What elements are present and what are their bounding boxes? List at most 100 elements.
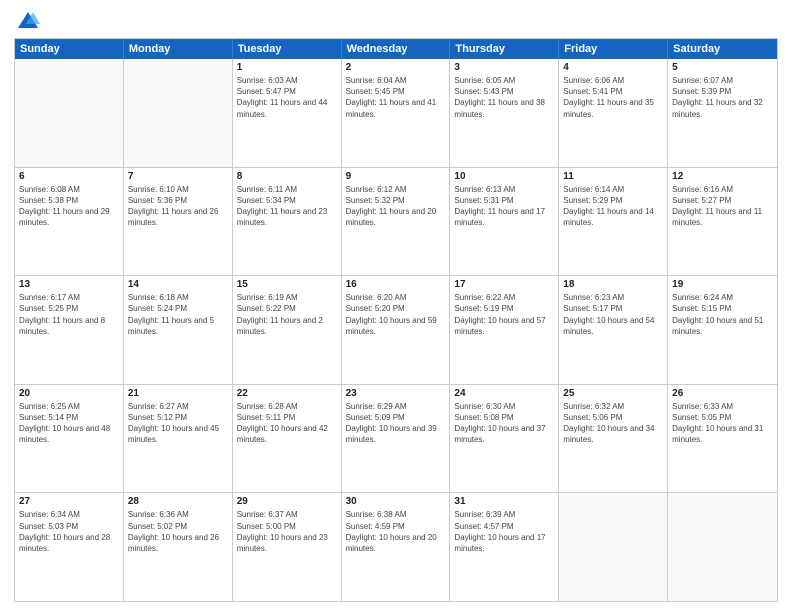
weekday-header-tuesday: Tuesday [233,39,342,59]
cell-info: Sunrise: 6:10 AMSunset: 5:36 PMDaylight:… [128,184,228,229]
calendar-cell: 10 Sunrise: 6:13 AMSunset: 5:31 PMDayligh… [450,168,559,276]
day-number: 26 [672,388,773,399]
cell-info: Sunrise: 6:12 AMSunset: 5:32 PMDaylight:… [346,184,446,229]
day-number: 17 [454,279,554,290]
calendar-cell: 27Sunrise: 6:34 AMSunset: 5:03 PMDayligh… [15,493,124,601]
cell-info: Sunrise: 6:37 AMSunset: 5:00 PMDaylight:… [237,509,337,554]
logo-icon [16,10,40,30]
calendar-cell: 23 Sunrise: 6:29 AMSunset: 5:09 PMDayligh… [342,385,451,493]
calendar-row-3: 20Sunrise: 6:25 AMSunset: 5:14 PMDayligh… [15,384,777,493]
day-number: 11 [563,171,663,182]
calendar-cell: 15 Sunrise: 6:19 AMSunset: 5:22 PMDayligh… [233,276,342,384]
weekday-header-thursday: Thursday [450,39,559,59]
calendar-cell: 7Sunrise: 6:10 AMSunset: 5:36 PMDaylight… [124,168,233,276]
day-number: 30 [346,496,446,507]
cell-info: Sunrise: 6:39 AMSunset: 4:57 PMDaylight:… [454,509,554,554]
day-number: 15 [237,279,337,290]
calendar-header: SundayMondayTuesdayWednesdayThursdayFrid… [15,39,777,59]
day-number: 14 [128,279,228,290]
calendar-row-1: 6 Sunrise: 6:08 AMSunset: 5:38 PMDaylight… [15,167,777,276]
calendar-cell: 9 Sunrise: 6:12 AMSunset: 5:32 PMDaylight… [342,168,451,276]
calendar-cell: 19 Sunrise: 6:24 AMSunset: 5:15 PMDayligh… [668,276,777,384]
cell-info: Sunrise: 6:27 AMSunset: 5:12 PMDaylight:… [128,401,228,446]
calendar-cell: 14 Sunrise: 6:18 AMSunset: 5:24 PMDayligh… [124,276,233,384]
weekday-header-sunday: Sunday [15,39,124,59]
day-number: 12 [672,171,773,182]
cell-info: Sunrise: 6:32 AMSunset: 5:06 PMDaylight:… [563,401,663,446]
calendar-cell: 5 Sunrise: 6:07 AMSunset: 5:39 PMDaylight… [668,59,777,167]
day-number: 23 [346,388,446,399]
calendar-cell: 6 Sunrise: 6:08 AMSunset: 5:38 PMDaylight… [15,168,124,276]
calendar-cell: 12 Sunrise: 6:16 AMSunset: 5:27 PMDayligh… [668,168,777,276]
calendar-cell [124,59,233,167]
page: SundayMondayTuesdayWednesdayThursdayFrid… [0,0,792,612]
cell-info: Sunrise: 6:30 AMSunset: 5:08 PMDaylight:… [454,401,554,446]
weekday-header-saturday: Saturday [668,39,777,59]
cell-info: Sunrise: 6:16 AMSunset: 5:27 PMDaylight:… [672,184,773,229]
day-number: 13 [19,279,119,290]
calendar-body: 1Sunrise: 6:03 AMSunset: 5:47 PMDaylight… [15,59,777,601]
calendar-cell [668,493,777,601]
weekday-header-monday: Monday [124,39,233,59]
cell-info: Sunrise: 6:11 AMSunset: 5:34 PMDaylight:… [237,184,337,229]
calendar-cell: 13 Sunrise: 6:17 AMSunset: 5:25 PMDayligh… [15,276,124,384]
day-number: 3 [454,62,554,73]
calendar-cell: 4 Sunrise: 6:06 AMSunset: 5:41 PMDaylight… [559,59,668,167]
calendar-cell: 11 Sunrise: 6:14 AMSunset: 5:29 PMDayligh… [559,168,668,276]
logo [14,10,42,30]
calendar-cell: 16 Sunrise: 6:20 AMSunset: 5:20 PMDayligh… [342,276,451,384]
calendar-row-4: 27Sunrise: 6:34 AMSunset: 5:03 PMDayligh… [15,492,777,601]
cell-info: Sunrise: 6:07 AMSunset: 5:39 PMDaylight:… [672,75,773,120]
cell-info: Sunrise: 6:36 AMSunset: 5:02 PMDaylight:… [128,509,228,554]
calendar-cell: 20Sunrise: 6:25 AMSunset: 5:14 PMDayligh… [15,385,124,493]
calendar-cell: 1Sunrise: 6:03 AMSunset: 5:47 PMDaylight… [233,59,342,167]
cell-info: Sunrise: 6:04 AMSunset: 5:45 PMDaylight:… [346,75,446,120]
day-number: 10 [454,171,554,182]
day-number: 19 [672,279,773,290]
cell-info: Sunrise: 6:14 AMSunset: 5:29 PMDaylight:… [563,184,663,229]
cell-info: Sunrise: 6:20 AMSunset: 5:20 PMDaylight:… [346,292,446,337]
calendar-cell [559,493,668,601]
day-number: 6 [19,171,119,182]
cell-info: Sunrise: 6:24 AMSunset: 5:15 PMDaylight:… [672,292,773,337]
day-number: 16 [346,279,446,290]
day-number: 29 [237,496,337,507]
calendar-cell: 2 Sunrise: 6:04 AMSunset: 5:45 PMDaylight… [342,59,451,167]
cell-info: Sunrise: 6:13 AMSunset: 5:31 PMDaylight:… [454,184,554,229]
cell-info: Sunrise: 6:08 AMSunset: 5:38 PMDaylight:… [19,184,119,229]
day-number: 24 [454,388,554,399]
calendar-row-0: 1Sunrise: 6:03 AMSunset: 5:47 PMDaylight… [15,59,777,167]
calendar-cell: 28 Sunrise: 6:36 AMSunset: 5:02 PMDayligh… [124,493,233,601]
cell-info: Sunrise: 6:29 AMSunset: 5:09 PMDaylight:… [346,401,446,446]
calendar-cell [15,59,124,167]
calendar-row-2: 13 Sunrise: 6:17 AMSunset: 5:25 PMDayligh… [15,275,777,384]
calendar-cell: 25 Sunrise: 6:32 AMSunset: 5:06 PMDayligh… [559,385,668,493]
day-number: 28 [128,496,228,507]
calendar-cell: 26 Sunrise: 6:33 AMSunset: 5:05 PMDayligh… [668,385,777,493]
cell-info: Sunrise: 6:03 AMSunset: 5:47 PMDaylight:… [237,75,337,120]
cell-info: Sunrise: 6:17 AMSunset: 5:25 PMDaylight:… [19,292,119,337]
day-number: 2 [346,62,446,73]
cell-info: Sunrise: 6:38 AMSunset: 4:59 PMDaylight:… [346,509,446,554]
cell-info: Sunrise: 6:28 AMSunset: 5:11 PMDaylight:… [237,401,337,446]
cell-info: Sunrise: 6:33 AMSunset: 5:05 PMDaylight:… [672,401,773,446]
calendar: SundayMondayTuesdayWednesdayThursdayFrid… [14,38,778,602]
calendar-cell: 3 Sunrise: 6:05 AMSunset: 5:43 PMDaylight… [450,59,559,167]
day-number: 5 [672,62,773,73]
calendar-cell: 22 Sunrise: 6:28 AMSunset: 5:11 PMDayligh… [233,385,342,493]
day-number: 18 [563,279,663,290]
weekday-header-wednesday: Wednesday [342,39,451,59]
weekday-header-friday: Friday [559,39,668,59]
day-number: 8 [237,171,337,182]
cell-info: Sunrise: 6:18 AMSunset: 5:24 PMDaylight:… [128,292,228,337]
day-number: 22 [237,388,337,399]
day-number: 25 [563,388,663,399]
calendar-cell: 17Sunrise: 6:22 AMSunset: 5:19 PMDayligh… [450,276,559,384]
day-number: 4 [563,62,663,73]
cell-info: Sunrise: 6:23 AMSunset: 5:17 PMDaylight:… [563,292,663,337]
cell-info: Sunrise: 6:05 AMSunset: 5:43 PMDaylight:… [454,75,554,120]
cell-info: Sunrise: 6:06 AMSunset: 5:41 PMDaylight:… [563,75,663,120]
header [14,10,778,30]
cell-info: Sunrise: 6:19 AMSunset: 5:22 PMDaylight:… [237,292,337,337]
day-number: 9 [346,171,446,182]
